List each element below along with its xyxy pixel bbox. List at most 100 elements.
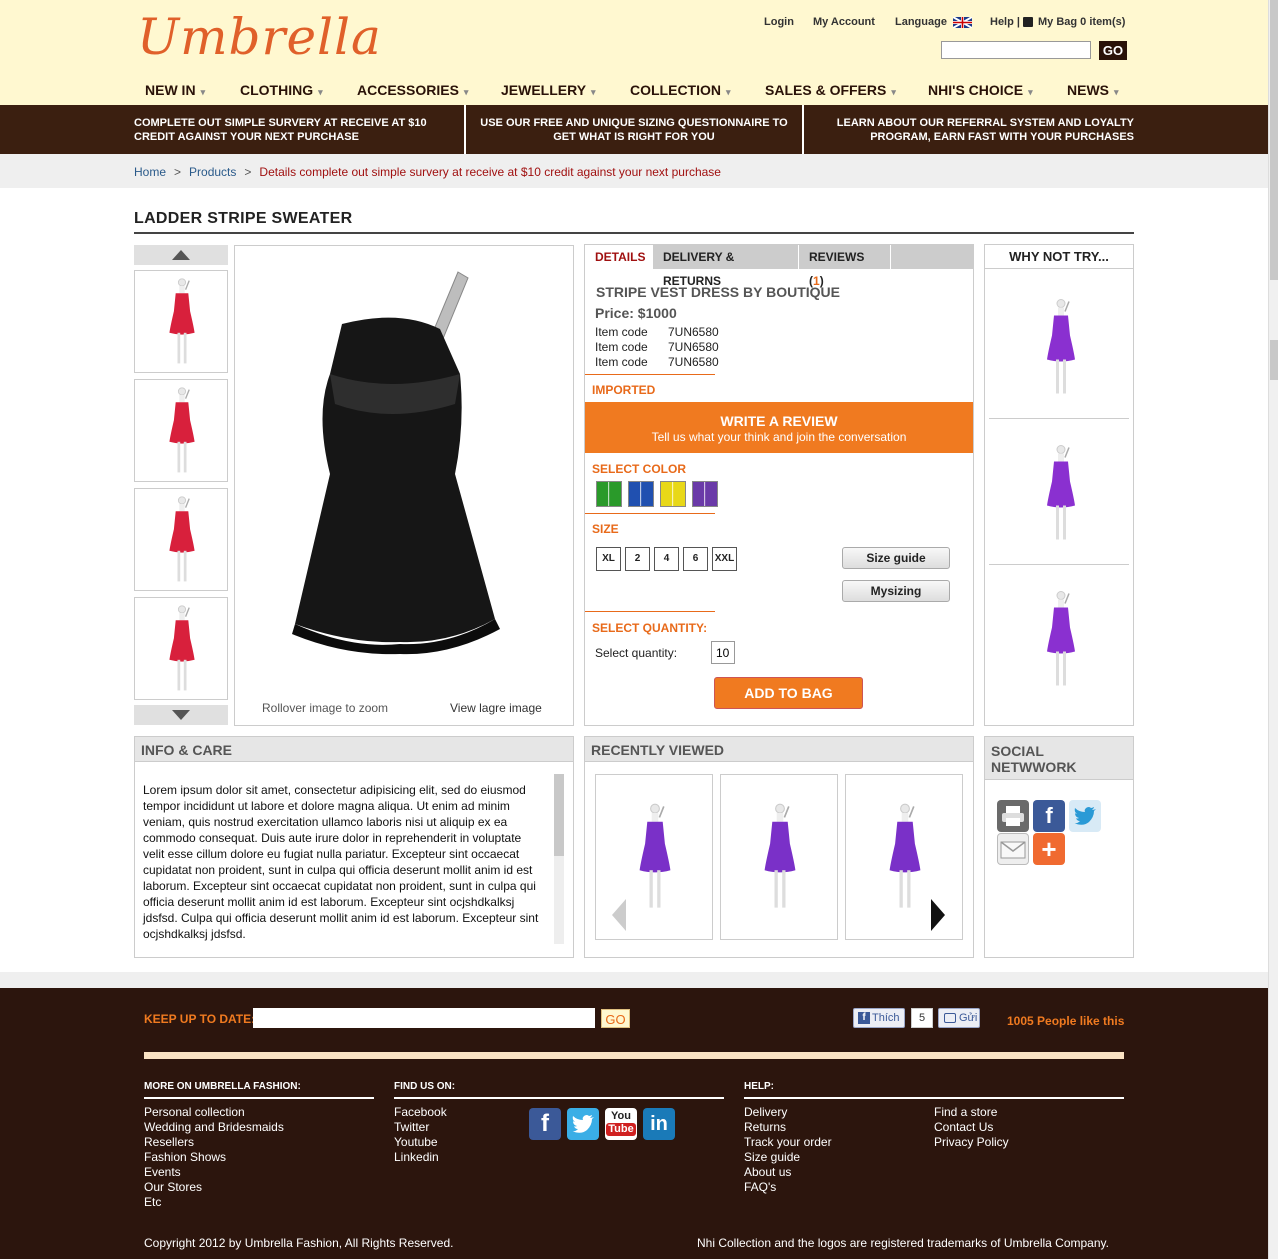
thumb-up-button[interactable] (134, 245, 228, 265)
size-option[interactable]: XXL (712, 547, 737, 571)
nav-item[interactable]: COLLECTION ▾ (630, 82, 731, 98)
arrow-up-icon (172, 250, 190, 260)
newsletter-go-button[interactable]: GO (601, 1009, 630, 1028)
recent-prev-arrow-icon[interactable] (612, 899, 626, 931)
breadcrumb-home[interactable]: Home (134, 165, 166, 179)
footer-link[interactable]: Our Stores (144, 1180, 284, 1195)
product-thumbnail[interactable] (134, 379, 228, 482)
footer-link[interactable]: Personal collection (144, 1105, 284, 1120)
size-guide-button[interactable]: Size guide (842, 547, 950, 569)
language-link[interactable]: Language (895, 16, 947, 28)
footer-link[interactable]: Resellers (144, 1135, 284, 1150)
my-account-link[interactable]: My Account (813, 16, 875, 28)
search-input[interactable] (941, 41, 1091, 59)
page-scroll-thumb[interactable] (1270, 0, 1278, 280)
facebook-icon[interactable]: f (529, 1108, 561, 1140)
footer-link[interactable]: Events (144, 1165, 284, 1180)
print-icon[interactable] (997, 800, 1029, 832)
suggested-product[interactable] (989, 275, 1129, 419)
info-scrollbar[interactable] (554, 774, 564, 944)
breadcrumb-products[interactable]: Products (189, 165, 236, 179)
main-product-image[interactable] (290, 264, 530, 674)
color-swatch[interactable] (692, 481, 718, 507)
email-share-icon[interactable] (997, 833, 1029, 865)
footer-link[interactable]: Youtube (394, 1135, 447, 1150)
footer-link[interactable]: Etc (144, 1195, 284, 1210)
product-thumbnail[interactable] (134, 488, 228, 591)
login-link[interactable]: Login (764, 16, 794, 28)
promo-sizing[interactable]: USE OUR FREE AND UNIQUE SIZING QUESTIONN… (470, 105, 798, 154)
quantity-input[interactable] (711, 641, 735, 664)
fb-like-button[interactable]: f Thích (853, 1008, 905, 1028)
nav-item[interactable]: NEWS ▾ (1067, 82, 1119, 98)
color-swatch[interactable] (628, 481, 654, 507)
recent-product[interactable] (845, 774, 963, 940)
suggested-product[interactable] (989, 567, 1129, 711)
recent-product[interactable] (720, 774, 838, 940)
item-code-row: Item code 7UN6580 (595, 340, 719, 355)
tab-delivery-returns[interactable]: DELIVERY & RETURNS (653, 245, 799, 288)
twitter-icon[interactable] (567, 1108, 599, 1140)
help-title: HELP: (744, 1081, 774, 1092)
size-option[interactable]: 6 (683, 547, 708, 571)
footer-link[interactable]: Returns (744, 1120, 832, 1135)
footer-link[interactable]: Find a store (934, 1105, 1009, 1120)
suggested-product[interactable] (989, 421, 1129, 565)
footer-link[interactable]: Twitter (394, 1120, 447, 1135)
fb-send-button[interactable]: Gửi (938, 1008, 980, 1028)
uk-flag-icon[interactable] (952, 16, 973, 29)
product-thumbnail[interactable] (134, 597, 228, 700)
search-go-button[interactable]: GO (1099, 41, 1127, 60)
write-review-banner[interactable]: WRITE A REVIEW Tell us what your think a… (585, 402, 973, 453)
size-option[interactable]: 2 (625, 547, 650, 571)
mysizing-button[interactable]: Mysizing (842, 580, 950, 602)
footer-link[interactable]: Track your order (744, 1135, 832, 1150)
color-swatch[interactable] (660, 481, 686, 507)
tab-reviews[interactable]: REVIEWS (1) (799, 245, 891, 288)
footer-link[interactable]: Facebook (394, 1105, 447, 1120)
recent-next-arrow-icon[interactable] (931, 899, 945, 931)
size-option[interactable]: XL (596, 547, 621, 571)
info-scroll-thumb[interactable] (554, 774, 564, 856)
size-option[interactable]: 4 (654, 547, 679, 571)
facebook-share-icon[interactable]: f (1033, 800, 1065, 832)
footer-link[interactable]: Wedding and Bridesmaids (144, 1120, 284, 1135)
promo-survey[interactable]: COMPLETE OUT SIMPLE SURVERY AT RECEIVE A… (134, 105, 454, 154)
details-tabs: DETAILS DELIVERY & RETURNS REVIEWS (1) (585, 245, 973, 288)
nav-item-label: NEW IN (145, 82, 196, 98)
nav-item[interactable]: NEW IN ▾ (145, 82, 205, 98)
nav-item[interactable]: JEWELLERY ▾ (501, 82, 596, 98)
tab-details[interactable]: DETAILS (585, 245, 653, 269)
help-link[interactable]: Help | (990, 16, 1020, 28)
my-bag-link[interactable]: My Bag 0 item(s) (1038, 16, 1125, 28)
thumb-down-button[interactable] (134, 705, 228, 725)
nav-item[interactable]: NHI'S CHOICE ▾ (928, 82, 1033, 98)
linkedin-icon[interactable]: in (643, 1108, 675, 1140)
footer-link[interactable]: Size guide (744, 1150, 832, 1165)
add-share-icon[interactable]: + (1033, 833, 1065, 865)
footer-link[interactable]: Linkedin (394, 1150, 447, 1165)
footer-link[interactable]: FAQ's (744, 1180, 832, 1195)
youtube-icon[interactable]: You Tube (605, 1108, 637, 1140)
breadcrumb-current: Details complete out simple survery at r… (259, 165, 721, 179)
footer-link[interactable]: Fashion Shows (144, 1150, 284, 1165)
page-scroll-thumb-secondary[interactable] (1270, 340, 1278, 380)
promo-referral[interactable]: LEARN ABOUT OUR REFERRAL SYSTEM AND LOYA… (810, 105, 1134, 154)
nav-item[interactable]: ACCESSORIES ▾ (357, 82, 468, 98)
site-logo[interactable]: Umbrella (137, 8, 382, 66)
footer-link[interactable]: Privacy Policy (934, 1135, 1009, 1150)
product-thumbnail[interactable] (134, 270, 228, 373)
add-to-bag-button[interactable]: ADD TO BAG (714, 677, 863, 709)
newsletter-email-input[interactable] (253, 1008, 595, 1028)
imported-label: IMPORTED (592, 383, 656, 397)
nav-item[interactable]: SALES & OFFERS ▾ (765, 82, 896, 98)
suggested-product-image (1041, 577, 1081, 705)
color-swatch[interactable] (596, 481, 622, 507)
nav-item[interactable]: CLOTHING ▾ (240, 82, 323, 98)
footer-link[interactable]: Contact Us (934, 1120, 1009, 1135)
view-large-link[interactable]: View lagre image (450, 701, 542, 715)
twitter-share-icon[interactable] (1069, 800, 1101, 832)
footer-link[interactable]: About us (744, 1165, 832, 1180)
footer-link[interactable]: Delivery (744, 1105, 832, 1120)
page-scrollbar[interactable] (1268, 0, 1278, 1259)
